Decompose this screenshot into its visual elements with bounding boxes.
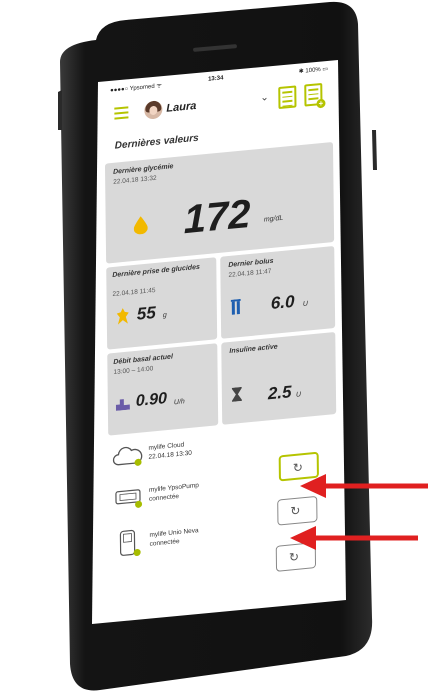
bolus-value: 6.0 xyxy=(270,291,295,314)
bolus-card[interactable]: Dernier bolus 22.04.18 11:47 6.0 U xyxy=(220,245,336,339)
annotation-arrow-cloud xyxy=(300,474,428,498)
annotation-arrow-pump xyxy=(290,526,418,550)
basal-rate-icon xyxy=(115,399,130,411)
carrier-label: ●●●●○ Ypsomed ᯤ xyxy=(110,83,162,95)
basal-unit: U/h xyxy=(173,398,185,407)
glycemia-label: Dernière glycémie xyxy=(113,163,174,176)
basal-label: Débit basal actuel xyxy=(113,353,173,367)
user-name[interactable]: Laura xyxy=(166,100,196,115)
logbook-icon[interactable] xyxy=(278,85,297,110)
battery-indicator: ✱ 100% ▭ xyxy=(298,66,329,76)
section-title: Dernières valeurs xyxy=(114,132,199,152)
carbs-value: 55 xyxy=(136,302,156,324)
device-meter-status: connectée xyxy=(149,537,180,548)
active-insulin-card[interactable]: Insuline active 2.5 U xyxy=(221,331,337,425)
connected-check-icon xyxy=(133,548,141,557)
glycemia-unit: mg/dL xyxy=(263,214,284,224)
carbs-icon xyxy=(116,308,129,325)
clock: 13:34 xyxy=(208,75,224,83)
active-insulin-label: Insuline active xyxy=(229,343,278,356)
hamburger-menu-icon[interactable] xyxy=(114,106,129,120)
bolus-timestamp: 22.04.18 11:47 xyxy=(228,267,272,280)
glycemia-value: 172 xyxy=(183,191,251,243)
refresh-icon: ↻ xyxy=(290,503,301,519)
connected-check-icon xyxy=(134,458,142,467)
device-pump-status: connectée xyxy=(148,492,180,503)
active-insulin-unit: U xyxy=(295,391,302,399)
add-entry-icon[interactable]: + xyxy=(304,82,326,109)
bolus-unit: U xyxy=(302,300,308,308)
insulin-pen-icon xyxy=(230,298,241,315)
glycemia-card[interactable]: Dernière glycémie 22.04.18 13:32 172 mg/… xyxy=(104,141,335,264)
carbs-timestamp: 22.04.18 11:45 xyxy=(112,286,156,299)
connected-check-icon xyxy=(135,500,143,509)
basal-value: 0.90 xyxy=(135,390,168,410)
blood-drop-icon xyxy=(133,216,148,235)
glycemia-timestamp: 22.04.18 13:32 xyxy=(113,174,157,186)
carbs-unit: g xyxy=(162,311,167,320)
basal-card[interactable]: Débit basal actuel 13:00 – 14:00 0.90 U/… xyxy=(107,343,219,436)
carbs-label: Dernière prise de glucides xyxy=(112,263,200,280)
basal-timestamp: 13:00 – 14:00 xyxy=(113,365,154,377)
active-insulin-value: 2.5 xyxy=(267,382,292,404)
avatar[interactable] xyxy=(144,100,163,120)
hourglass-icon xyxy=(231,386,242,402)
carbs-card[interactable]: Dernière prise de glucides 22.04.18 11:4… xyxy=(106,257,218,350)
chevron-down-icon[interactable]: ⌄ xyxy=(260,92,269,104)
